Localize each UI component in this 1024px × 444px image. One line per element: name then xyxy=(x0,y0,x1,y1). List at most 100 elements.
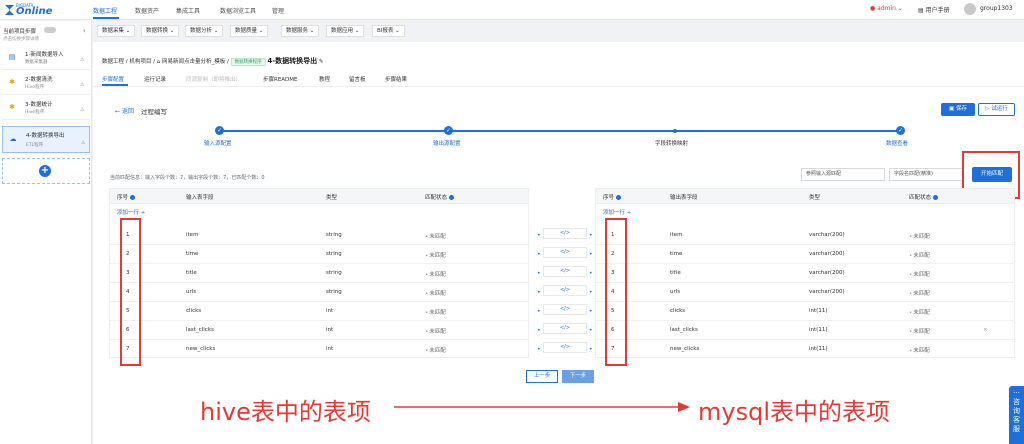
sidebar-step-2[interactable]: ✱ 2-数据清洗 Hive程序 ⚠ xyxy=(2,71,90,95)
col-header-type: 类型 xyxy=(326,195,338,201)
annotation-hive-fields: hive表中的表项 xyxy=(200,398,371,426)
table-row[interactable]: 4urlsvarchar(200)未匹配 xyxy=(596,283,1014,302)
help-icon xyxy=(933,195,939,200)
topnav-active-underline xyxy=(93,17,119,19)
table-row[interactable]: 5clicksint(11)未匹配 xyxy=(596,302,1014,321)
save-button[interactable]: ▣ 保存 xyxy=(941,103,975,116)
tab-step-config[interactable]: 步骤配置 xyxy=(102,75,124,83)
module-data-analysis[interactable]: 数据分析 ⌄ xyxy=(185,25,224,37)
link-button[interactable]: </> xyxy=(543,266,587,277)
user-name: admin xyxy=(877,5,896,12)
tab-same-source-copy[interactable]: 同源复制（即将推出） xyxy=(186,75,241,83)
link-button[interactable]: </> xyxy=(543,285,587,296)
progress-step-4-check-icon[interactable]: ✓ xyxy=(896,126,905,135)
sidebar-toggle[interactable] xyxy=(44,27,56,33)
link-button[interactable]: </> xyxy=(543,342,587,353)
table-row[interactable]: 7new_clicksint(11)未匹配 xyxy=(596,340,1014,359)
table-row[interactable]: 6last_clicksint(11)未匹配× xyxy=(596,321,1014,340)
link-button[interactable]: </> xyxy=(543,304,587,315)
tab-step-readme[interactable]: 步骤README xyxy=(263,75,298,83)
add-row-link[interactable]: 添加一行 + xyxy=(603,208,631,216)
table-row[interactable]: 5clicksint未匹配 xyxy=(110,302,528,321)
user-manual-label: 用户手册 xyxy=(925,7,950,14)
table-row[interactable]: 1itemstring未匹配 xyxy=(110,226,528,245)
tab-run-records[interactable]: 运行记录 xyxy=(144,75,166,83)
customer-service-float[interactable]: ··· 咨询客服 xyxy=(1009,386,1024,444)
progress-step-3-current[interactable] xyxy=(673,129,677,133)
back-link[interactable]: ← 返回 xyxy=(115,106,134,115)
help-icon xyxy=(616,195,622,200)
link-row: • </> • xyxy=(537,285,593,296)
table-row[interactable]: 7new_clicksint未匹配 xyxy=(110,340,528,359)
sidebar-title: 当前项目步骤 xyxy=(3,29,37,35)
col-header-no: 序号 xyxy=(117,193,136,201)
arrow-left-icon: ← xyxy=(115,108,122,115)
avatar[interactable] xyxy=(964,3,976,15)
logo[interactable]: BIGDATA Online xyxy=(4,2,52,18)
save-icon: ▣ xyxy=(949,106,956,112)
top-bar: BIGDATA Online 数据工程 数据资产 集成工具 数据浏览工具 管理 … xyxy=(0,0,1024,20)
chat-icon: ··· xyxy=(1013,389,1020,397)
user-manual-link[interactable]: ▤ 用户手册 xyxy=(918,5,950,14)
module-data-service[interactable]: 数据服务 ⌄ xyxy=(281,25,320,37)
link-button[interactable]: </> xyxy=(543,247,587,258)
module-bi-report[interactable]: BI报表 ⌄ xyxy=(372,25,405,37)
breadcrumb-root[interactable]: 数据工程 xyxy=(102,59,124,65)
trial-run-button[interactable]: ▷ 试运行 xyxy=(978,103,1015,116)
topnav-data-browser[interactable]: 数据浏览工具 xyxy=(220,6,256,15)
tab-tutorial[interactable]: 教程 xyxy=(319,75,330,83)
table-row[interactable]: 2timestring未匹配 xyxy=(110,245,528,264)
tab-step-results[interactable]: 步骤结果 xyxy=(385,75,407,83)
table-row[interactable]: 1itemvarchar(200)未匹配 xyxy=(596,226,1014,245)
col-header-status: 匹配状态 xyxy=(909,193,939,201)
annotation-arrow-icon xyxy=(394,402,690,412)
col-header-field: 输入表字段 xyxy=(186,195,214,201)
table-row[interactable]: 6last_clicksint未匹配 xyxy=(110,321,528,340)
topnav-data-assets[interactable]: 数据资产 xyxy=(135,6,159,15)
user-menu[interactable]: ● admin ⌄ xyxy=(870,5,903,12)
prev-step-button[interactable]: 上一步 xyxy=(526,370,558,383)
tab-message-board[interactable]: 留言板 xyxy=(349,75,366,83)
col-header-field: 输出表字段 xyxy=(670,195,698,201)
link-button[interactable]: </> xyxy=(543,228,587,239)
sidebar-step-1[interactable]: ▤ 1-新闻数据导入 数据采集器 ⚠ xyxy=(2,46,90,70)
link-row: • </> • xyxy=(537,342,593,353)
module-data-quality[interactable]: 数据质量 ⌄ xyxy=(230,25,269,37)
table-row[interactable]: 3titlestring未匹配 xyxy=(110,264,528,283)
sidebar-step-4[interactable]: ☁ 4-数据转换导出 ETL程序 ⚠ xyxy=(2,126,90,153)
col-header-no: 序号 xyxy=(603,193,622,201)
add-step-button[interactable]: + xyxy=(2,158,90,184)
database-icon: ▤ xyxy=(8,53,16,61)
topnav-integration-tools[interactable]: 集成工具 xyxy=(176,6,200,15)
col-header-status: 匹配状态 xyxy=(425,193,455,201)
table-row[interactable]: 3titlevarchar(200)未匹配 xyxy=(596,264,1014,283)
table-header: 序号 输入表字段 类型 匹配状态 xyxy=(110,189,528,204)
close-icon[interactable]: × xyxy=(983,327,988,333)
next-step-button[interactable]: 下一步 xyxy=(562,370,594,383)
chevron-left-icon[interactable]: ‹ xyxy=(83,27,86,35)
match-reference-select[interactable]: 参照输入源匹配 xyxy=(801,168,885,181)
group-name[interactable]: group1303 xyxy=(980,5,1013,12)
module-data-application[interactable]: 数据应用 ⌄ xyxy=(326,25,365,37)
sidebar-step-3[interactable]: ✱ 3-数据统计 Hive程序 ⚠ xyxy=(2,96,90,120)
step-type-badge: 数据转换程序 xyxy=(230,58,266,66)
module-data-conversion[interactable]: 数据转换 ⌄ xyxy=(141,25,180,37)
breadcrumb-project[interactable]: 机构项目 xyxy=(129,59,151,65)
add-row-link[interactable]: 添加一行 + xyxy=(117,208,145,216)
match-mode-select[interactable]: 字段名匹配(精准) xyxy=(889,168,963,181)
module-data-collection[interactable]: 数据采集 ⌄ xyxy=(97,25,136,37)
table-row[interactable]: 4urlsstring未匹配 xyxy=(110,283,528,302)
edit-icon[interactable]: ✎ xyxy=(319,59,324,65)
table-row[interactable]: 2timevarchar(200)未匹配 xyxy=(596,245,1014,264)
step-type: Hive程序 xyxy=(25,85,45,90)
topnav-data-engineering[interactable]: 数据工程 xyxy=(93,6,117,15)
progress-step-1-check-icon[interactable]: ✓ xyxy=(215,126,224,135)
book-icon: ▤ xyxy=(918,7,926,14)
topnav-admin[interactable]: 管理 xyxy=(272,6,284,15)
progress-step-2-check-icon[interactable]: ✓ xyxy=(444,126,453,135)
link-button[interactable]: </> xyxy=(543,323,587,334)
breadcrumb-template[interactable]: 网易新闻点击量分析_模板 xyxy=(162,59,225,65)
warning-icon: ⚠ xyxy=(81,140,86,146)
main-panel: 数据工程 / 机构项目 / ⌂ 网易新闻点击量分析_模板 / 数据转换程序 4-… xyxy=(93,42,1024,444)
annotation-mysql-fields: mysql表中的表项 xyxy=(698,398,890,426)
